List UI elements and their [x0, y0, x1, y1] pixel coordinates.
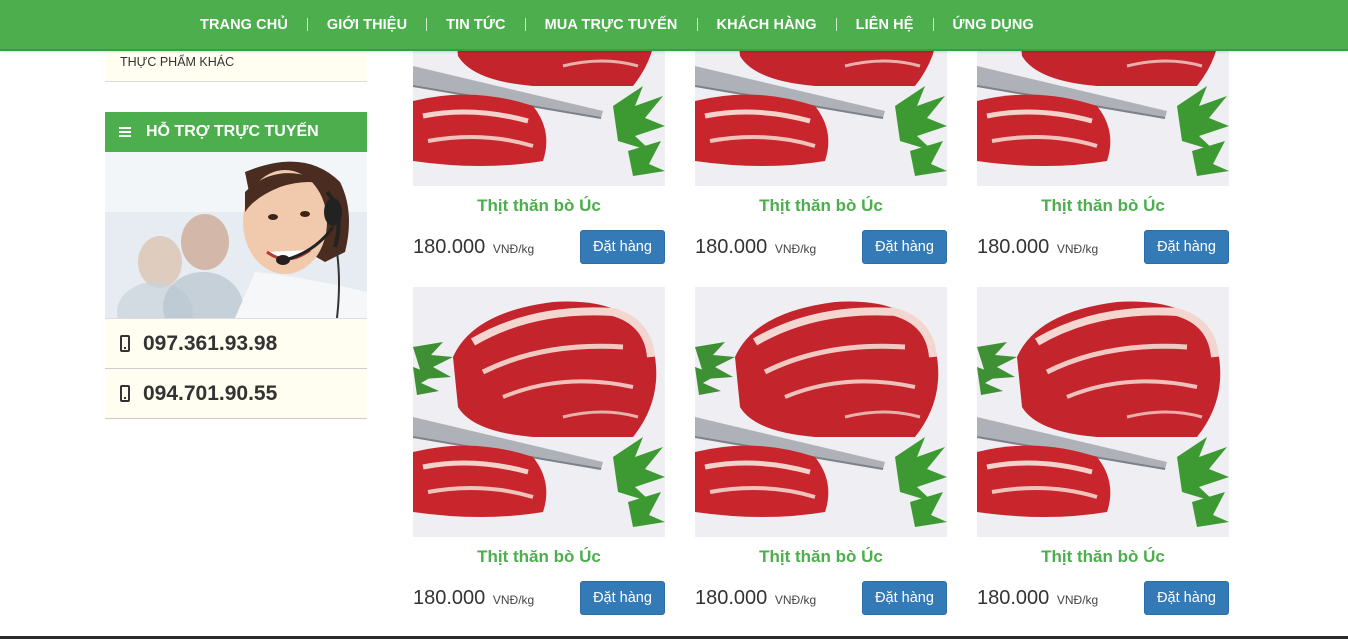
product-price: 180.000 VNĐ/kg — [977, 587, 1099, 609]
product-price: 180.000 VNĐ/kg — [413, 587, 535, 609]
order-button[interactable]: Đặt hàng — [862, 581, 947, 615]
sidebar-category-item[interactable]: THỰC PHẨM KHÁC — [105, 51, 367, 82]
product-name[interactable]: Thịt thăn bò Úc — [695, 196, 947, 218]
nav-divider — [306, 18, 308, 31]
product-name[interactable]: Thịt thăn bò Úc — [413, 196, 665, 218]
order-button[interactable]: Đặt hàng — [1144, 581, 1229, 615]
product-name[interactable]: Thịt thăn bò Úc — [977, 547, 1229, 569]
support-phone-row[interactable]: 097.361.93.98 — [105, 319, 367, 369]
product-image[interactable] — [413, 287, 665, 537]
nav-link-online-shop[interactable]: MUA TRỰC TUYẾN — [526, 17, 697, 33]
product-price: 180.000 VNĐ/kg — [413, 236, 535, 258]
nav-link-apps[interactable]: ỨNG DỤNG — [934, 17, 1053, 33]
product-image[interactable] — [695, 287, 947, 537]
mobile-phone-icon — [120, 335, 130, 352]
nav-link-home[interactable]: TRANG CHỦ — [181, 17, 307, 33]
top-navigation-bar: TRANG CHỦ GIỚI THIỆU TIN TỨC MUA TRỰC TU… — [0, 0, 1348, 51]
support-phone-row[interactable]: 094.701.90.55 — [105, 369, 367, 419]
product-image[interactable] — [977, 287, 1229, 537]
main-menu: TRANG CHỦ GIỚI THIỆU TIN TỨC MUA TRỰC TU… — [181, 0, 1053, 49]
support-phone-number: 097.361.93.98 — [143, 331, 278, 355]
nav-link-contact[interactable]: LIÊN HỆ — [837, 17, 933, 33]
order-button[interactable]: Đặt hàng — [580, 230, 665, 264]
mobile-phone-icon — [120, 385, 130, 402]
nav-link-about[interactable]: GIỚI THIỆU — [308, 17, 426, 33]
product-card: Thịt thăn bò Úc 180.000 VNĐ/kg Đặt hàng — [977, 287, 1229, 621]
sidebar: THỰC PHẨM KHÁC HỖ TRỢ TRỰC TUYẾN 097.361… — [105, 51, 367, 419]
nav-divider — [932, 18, 934, 31]
online-support-title: HỖ TRỢ TRỰC TUYẾN — [146, 123, 319, 140]
product-price: 180.000 VNĐ/kg — [977, 236, 1099, 258]
nav-divider — [426, 18, 428, 31]
nav-divider — [835, 18, 837, 31]
product-price: 180.000 VNĐ/kg — [695, 236, 817, 258]
order-button[interactable]: Đặt hàng — [862, 230, 947, 264]
order-button[interactable]: Đặt hàng — [580, 581, 665, 615]
nav-divider — [524, 18, 526, 31]
support-phone-number: 094.701.90.55 — [143, 381, 278, 405]
online-support-header: HỖ TRỢ TRỰC TUYẾN — [105, 112, 367, 152]
product-card: Thịt thăn bò Úc 180.000 VNĐ/kg Đặt hàng — [695, 287, 947, 621]
nav-divider — [696, 18, 698, 31]
product-name[interactable]: Thịt thăn bò Úc — [695, 547, 947, 569]
list-icon — [119, 127, 131, 137]
nav-link-customers[interactable]: KHÁCH HÀNG — [698, 17, 836, 33]
product-card: Thịt thăn bò Úc 180.000 VNĐ/kg Đặt hàng — [413, 287, 665, 621]
product-price: 180.000 VNĐ/kg — [695, 587, 817, 609]
order-button[interactable]: Đặt hàng — [1144, 230, 1229, 264]
product-name[interactable]: Thịt thăn bò Úc — [977, 196, 1229, 218]
nav-link-news[interactable]: TIN TỨC — [427, 17, 524, 33]
support-agent-image — [105, 152, 367, 319]
product-name[interactable]: Thịt thăn bò Úc — [413, 547, 665, 569]
